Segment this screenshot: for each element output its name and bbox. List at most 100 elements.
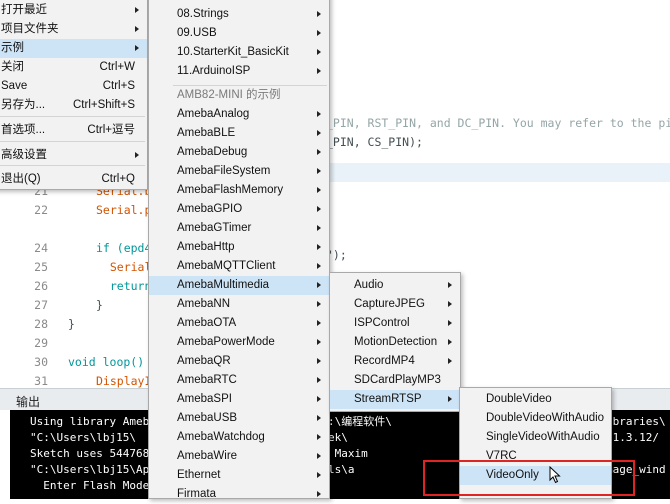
menu-separator	[0, 141, 145, 142]
menu-item-shortcut: Ctrl+S	[102, 80, 135, 92]
examples-menu-item[interactable]: AmebaGPIO	[149, 200, 329, 219]
examples-menu-item[interactable]: AmebaRTC	[149, 371, 329, 390]
examples-menu-item[interactable]: AmebaFileSystem	[149, 162, 329, 181]
menu-item-label: AmebaFileSystem	[177, 165, 271, 177]
examples-menu-item[interactable]: AmebaOTA	[149, 314, 329, 333]
chevron-right-icon	[448, 301, 452, 307]
menu-item-label: AmebaMultimedia	[177, 279, 270, 291]
file-menu-item[interactable]: 项目文件夹	[0, 20, 147, 39]
examples-menu-item[interactable]: 09.USB	[149, 24, 329, 43]
code-line: }	[96, 298, 103, 312]
multimedia-menu-item[interactable]: Audio	[330, 276, 460, 295]
multimedia-menu-item[interactable]: MotionDetection	[330, 333, 460, 352]
menu-item-label: AmebaRTC	[177, 374, 237, 386]
examples-menu-item[interactable]: AmebaAnalog	[149, 105, 329, 124]
chevron-right-icon	[317, 377, 321, 383]
examples-menu-item[interactable]: AmebaQR	[149, 352, 329, 371]
menu-item-label: AmebaDebug	[177, 146, 248, 158]
examples-menu-item[interactable]: 11.ArduinoISP	[149, 62, 329, 81]
chevron-right-icon	[317, 263, 321, 269]
menu-item-label: ISPControl	[354, 317, 410, 329]
annotation-highlight-box	[423, 460, 635, 496]
chevron-right-icon	[317, 187, 321, 193]
examples-menu-item[interactable]: AmebaDebug	[149, 143, 329, 162]
menu-item-label: AmebaNN	[177, 298, 231, 310]
code-line: void loop()	[68, 355, 145, 369]
chevron-right-icon	[135, 7, 139, 13]
multimedia-menu-item[interactable]: SDCardPlayMP3	[330, 371, 460, 390]
line-number: 24	[34, 241, 48, 255]
menu-item-label: AmebaGPIO	[177, 203, 243, 215]
output-label: 输出	[16, 395, 41, 409]
line-number: 29	[34, 336, 48, 350]
examples-menu-item[interactable]: AmebaNN	[149, 295, 329, 314]
menu-item-label: 10.StarterKit_BasicKit	[177, 46, 289, 58]
chevron-right-icon	[135, 152, 139, 158]
file-menu-item[interactable]: 退出(Q) Ctrl+Q	[0, 170, 147, 189]
menu-item-label: AmebaGTimer	[177, 222, 252, 234]
examples-menu-item[interactable]: AmebaPowerMode	[149, 333, 329, 352]
multimedia-menu-item[interactable]: CaptureJPEG	[330, 295, 460, 314]
examples-menu-item[interactable]: 10.StarterKit_BasicKit	[149, 43, 329, 62]
menu-item-label: 项目文件夹	[1, 23, 59, 35]
line-number: 26	[34, 279, 48, 293]
examples-menu-item[interactable]: Firmata	[149, 485, 329, 504]
code-line: Serial.p	[96, 203, 152, 217]
file-menu-item[interactable]: 高级设置	[0, 146, 147, 165]
menu-item-label: 退出(Q)	[1, 173, 41, 185]
menu-separator	[0, 165, 145, 166]
menu-item-shortcut: Ctrl+Shift+S	[73, 99, 135, 111]
line-number	[0, 220, 48, 239]
line-number: 30	[34, 355, 48, 369]
file-menu-item[interactable]: 关闭 Ctrl+W	[0, 58, 147, 77]
examples-submenu: 08.Strings 09.USB 10.StarterKit_BasicKit 11…	[148, 0, 330, 500]
chevron-right-icon	[448, 320, 452, 326]
examples-menu-item[interactable]: AmebaMQTTClient	[149, 257, 329, 276]
file-menu-item[interactable]: Save Ctrl+S	[0, 77, 147, 96]
chevron-right-icon	[317, 434, 321, 440]
file-menu-item[interactable]: 首选项... Ctrl+逗号	[0, 121, 147, 140]
menu-item-label: SDCardPlayMP3	[354, 374, 441, 386]
menu-item-label: AmebaUSB	[177, 412, 238, 424]
menu-item-label: AmebaHttp	[177, 241, 235, 253]
examples-menu-item[interactable]: AmebaWatchdog	[149, 428, 329, 447]
examples-menu-item[interactable]: Ethernet	[149, 466, 329, 485]
chevron-right-icon	[317, 282, 321, 288]
examples-menu-item[interactable]: AmebaBLE	[149, 124, 329, 143]
examples-menu-item[interactable]: AmebaFlashMemory	[149, 181, 329, 200]
chevron-right-icon	[135, 26, 139, 32]
menu-item-label: 08.Strings	[177, 8, 229, 20]
stream-rtsp-menu-item[interactable]: DoubleVideoWithAudio	[460, 409, 611, 428]
chevron-right-icon	[317, 206, 321, 212]
examples-menu-item[interactable]: 08.Strings	[149, 5, 329, 24]
chevron-right-icon	[317, 472, 321, 478]
menu-item-label: AmebaPowerMode	[177, 336, 275, 348]
examples-menu-item[interactable]: AmebaMultimedia	[149, 276, 329, 295]
stream-rtsp-menu-item[interactable]: SingleVideoWithAudio	[460, 428, 611, 447]
menu-item-label: Audio	[354, 279, 384, 291]
line-number: 27	[34, 298, 48, 312]
stream-rtsp-menu-item[interactable]: DoubleVideo	[460, 390, 611, 409]
examples-menu-item[interactable]: AmebaUSB	[149, 409, 329, 428]
menu-item-label: 11.ArduinoISP	[177, 65, 251, 77]
menu-item-label: Firmata	[177, 488, 216, 500]
multimedia-menu-item[interactable]: StreamRTSP	[330, 390, 460, 409]
file-menu-item[interactable]: 示例	[0, 39, 147, 58]
chevron-right-icon	[317, 301, 321, 307]
chevron-right-icon	[317, 339, 321, 345]
multimedia-menu-item[interactable]: RecordMP4	[330, 352, 460, 371]
menu-item-label: AmebaWire	[177, 450, 238, 462]
multimedia-menu-item[interactable]: ISPControl	[330, 314, 460, 333]
examples-menu-item[interactable]: AmebaWire	[149, 447, 329, 466]
examples-menu-item[interactable]: AmebaSPI	[149, 390, 329, 409]
examples-menu-item[interactable]: AmebaHttp	[149, 238, 329, 257]
menu-item-label: 打开最近	[1, 4, 47, 16]
file-menu-item[interactable]: 打开最近	[0, 1, 147, 20]
chevron-right-icon	[448, 396, 452, 402]
menu-item-label: AmebaFlashMemory	[177, 184, 284, 196]
menu-item-shortcut: Ctrl+逗号	[87, 124, 135, 136]
chevron-right-icon	[317, 396, 321, 402]
file-menu-item[interactable]: 另存为... Ctrl+Shift+S	[0, 96, 147, 115]
code-line: Serial	[96, 260, 152, 274]
examples-menu-item[interactable]: AmebaGTimer	[149, 219, 329, 238]
